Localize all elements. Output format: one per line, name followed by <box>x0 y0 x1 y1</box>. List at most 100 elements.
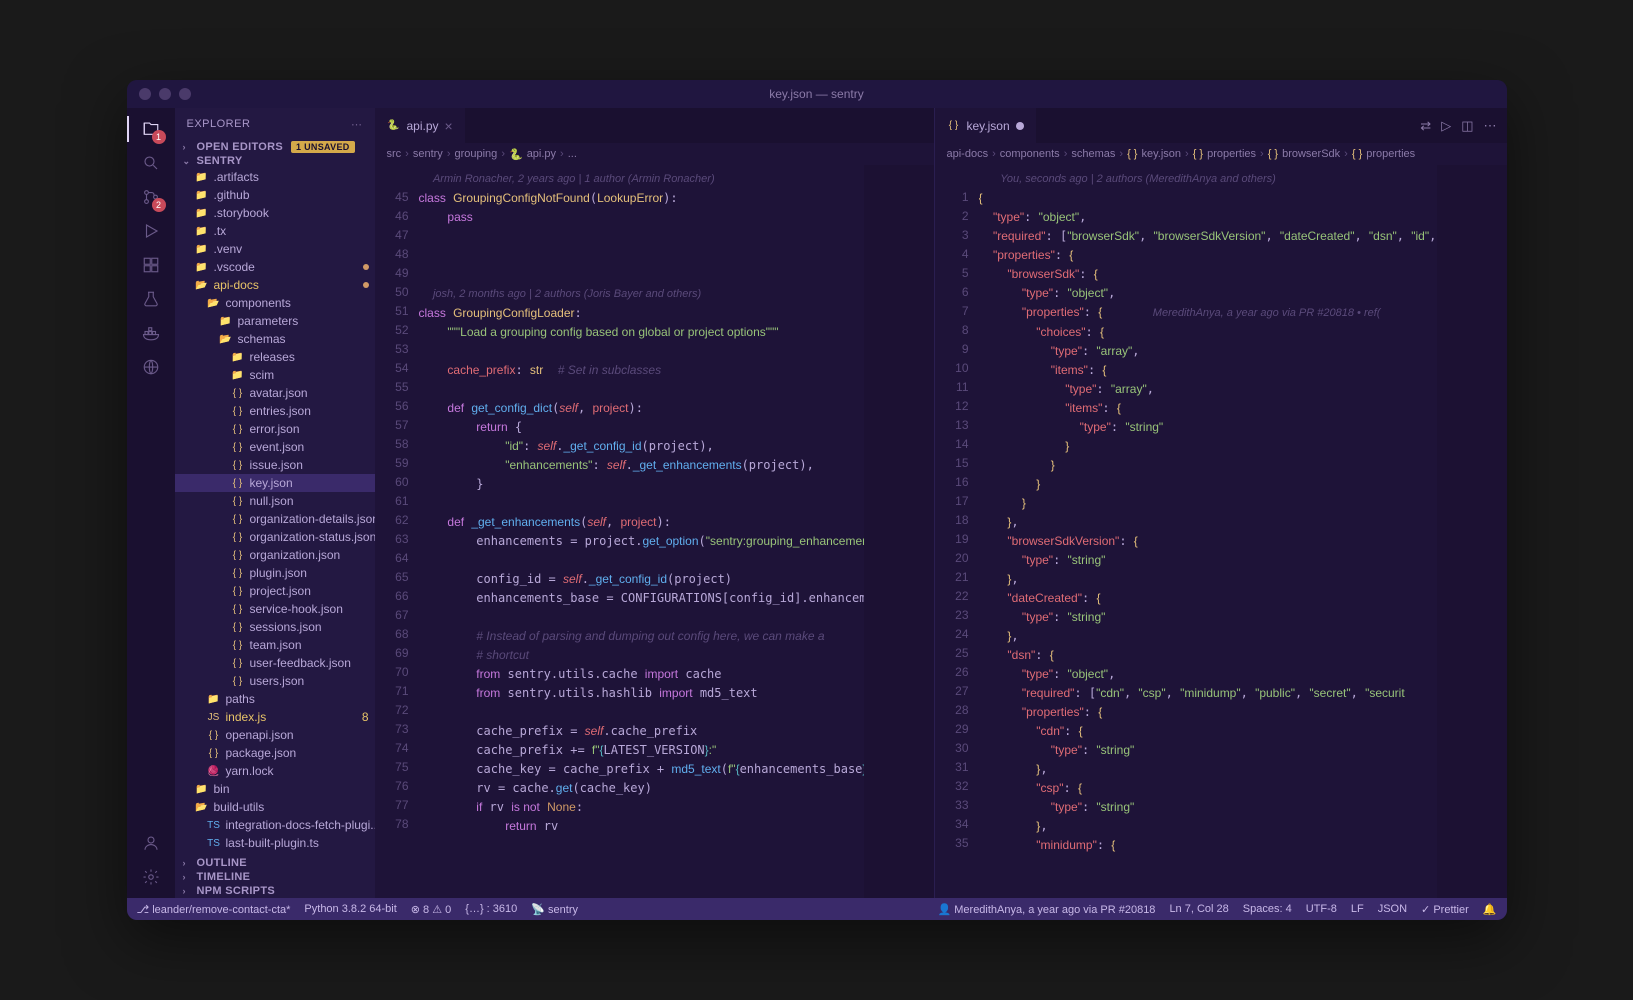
tree-item[interactable]: { }organization-status.json <box>175 528 375 546</box>
docker-icon[interactable] <box>138 320 164 346</box>
sidebar-more-icon[interactable]: ⋯ <box>351 118 363 131</box>
tree-item[interactable]: 📁parameters <box>175 312 375 330</box>
tree-item[interactable]: { }package.json <box>175 744 375 762</box>
test-icon[interactable] <box>138 286 164 312</box>
account-icon[interactable] <box>138 830 164 856</box>
tree-item[interactable]: 🧶yarn.lock <box>175 762 375 780</box>
status-spaces[interactable]: Spaces: 4 <box>1243 903 1292 915</box>
tree-item[interactable]: 📂schemas <box>175 330 375 348</box>
json-icon: { } <box>231 584 245 598</box>
tree-item[interactable]: 📁.tx <box>175 222 375 240</box>
extensions-icon[interactable] <box>138 252 164 278</box>
npm-section[interactable]: ›NPM SCRIPTS <box>175 884 375 898</box>
tree-item[interactable]: { }team.json <box>175 636 375 654</box>
minimap-right[interactable] <box>1437 165 1507 898</box>
tree-item[interactable]: 📁paths <box>175 690 375 708</box>
status-eol[interactable]: LF <box>1351 903 1364 915</box>
outline-section[interactable]: ›OUTLINE <box>175 856 375 870</box>
tree-item[interactable]: JSindex.js8 <box>175 708 375 726</box>
more-icon[interactable]: ⋯ <box>1484 118 1497 134</box>
tree-item[interactable]: 📁bin <box>175 780 375 798</box>
tree-item[interactable]: { }error.json <box>175 420 375 438</box>
root-section[interactable]: ⌄ SENTRY <box>175 154 375 168</box>
file-tree[interactable]: 📁.artifacts📁.github📁.storybook📁.tx📁.venv… <box>175 168 375 856</box>
folder-icon: 📁 <box>231 350 245 364</box>
close-icon[interactable]: × <box>445 118 453 134</box>
tree-item[interactable]: { }issue.json <box>175 456 375 474</box>
tree-item[interactable]: { }key.json <box>175 474 375 492</box>
activity-bar: 1 2 <box>127 108 175 898</box>
status-braces[interactable]: {…} : 3610 <box>465 903 517 915</box>
scm-badge: 2 <box>152 198 166 212</box>
tree-item[interactable]: TSintegration-docs-fetch-plugi... <box>175 816 375 834</box>
split-icon[interactable]: ◫ <box>1461 118 1473 134</box>
tree-item[interactable]: 📁.venv <box>175 240 375 258</box>
minimap-left[interactable] <box>864 165 934 898</box>
breadcrumb-right[interactable]: api-docs› components› schemas› { }key.js… <box>935 143 1507 165</box>
source-control-icon[interactable]: 2 <box>138 184 164 210</box>
status-prettier[interactable]: ✓ Prettier <box>1421 903 1469 916</box>
maximize-dot[interactable] <box>179 88 191 100</box>
sidebar-header: EXPLORER ⋯ <box>175 108 375 140</box>
tab-api-py[interactable]: 🐍 api.py × <box>375 108 466 143</box>
run-icon[interactable]: ▷ <box>1441 118 1451 134</box>
status-lang[interactable]: JSON <box>1378 903 1407 915</box>
traffic-lights <box>139 88 191 100</box>
status-python[interactable]: Python 3.8.2 64-bit <box>304 903 396 915</box>
json-icon: { } <box>231 404 245 418</box>
gutter-left: 4546474849505152535455565758596061626364… <box>375 165 419 898</box>
json-icon: { } <box>231 620 245 634</box>
close-dot[interactable] <box>139 88 151 100</box>
explorer-icon[interactable]: 1 <box>138 116 164 142</box>
minimize-dot[interactable] <box>159 88 171 100</box>
tree-item[interactable]: 📂build-utils <box>175 798 375 816</box>
tree-item[interactable]: 📂api-docs <box>175 276 375 294</box>
search-icon[interactable] <box>138 150 164 176</box>
open-editors-section[interactable]: › OPEN EDITORS 1 UNSAVED <box>175 140 375 154</box>
tree-item[interactable]: { }plugin.json <box>175 564 375 582</box>
tree-item[interactable]: { }user-feedback.json <box>175 654 375 672</box>
code-left[interactable]: Armin Ronacher, 2 years ago | 1 author (… <box>419 165 864 898</box>
status-problems[interactable]: ⊗ 8 ⚠ 0 <box>411 903 452 916</box>
tree-item[interactable]: { }service-hook.json <box>175 600 375 618</box>
folder-icon: 📁 <box>231 368 245 382</box>
run-debug-icon[interactable] <box>138 218 164 244</box>
tree-item[interactable]: { }users.json <box>175 672 375 690</box>
code-area-left[interactable]: 4546474849505152535455565758596061626364… <box>375 165 934 898</box>
tree-item[interactable]: 📁.artifacts <box>175 168 375 186</box>
tree-item[interactable]: 📁.github <box>175 186 375 204</box>
tree-item[interactable]: { }openapi.json <box>175 726 375 744</box>
status-cursor[interactable]: Ln 7, Col 28 <box>1169 903 1228 915</box>
tree-item[interactable]: { }project.json <box>175 582 375 600</box>
settings-icon[interactable] <box>138 864 164 890</box>
tree-item[interactable]: 📁.vscode <box>175 258 375 276</box>
timeline-section[interactable]: ›TIMELINE <box>175 870 375 884</box>
tree-item[interactable]: 📁releases <box>175 348 375 366</box>
code-right[interactable]: You, seconds ago | 2 authors (MeredithAn… <box>979 165 1437 898</box>
tree-item[interactable]: TSlast-built-plugin.ts <box>175 834 375 852</box>
status-radio[interactable]: 📡 sentry <box>531 903 578 916</box>
tree-item[interactable]: 📁scim <box>175 366 375 384</box>
breadcrumb-left[interactable]: src› sentry› grouping› 🐍api.py› ... <box>375 143 934 165</box>
tree-item[interactable]: { }organization.json <box>175 546 375 564</box>
status-encoding[interactable]: UTF-8 <box>1306 903 1337 915</box>
bell-icon[interactable]: 🔔 <box>1483 903 1497 916</box>
remote-icon[interactable] <box>138 354 164 380</box>
tree-item[interactable]: { }avatar.json <box>175 384 375 402</box>
status-blame[interactable]: 👤 MeredithAnya, a year ago via PR #20818 <box>937 903 1155 916</box>
tree-item[interactable]: 📂components <box>175 294 375 312</box>
tree-item[interactable]: { }organization-details.json <box>175 510 375 528</box>
chevron-down-icon: ⌄ <box>183 156 193 167</box>
code-area-right[interactable]: 1234567891011121314151617181920212223242… <box>935 165 1507 898</box>
compare-icon[interactable]: ⇄ <box>1420 118 1431 134</box>
tree-item[interactable]: { }event.json <box>175 438 375 456</box>
editor-pane-right: { } key.json ⇄ ▷ ◫ ⋯ api-docs› component… <box>935 108 1507 898</box>
tree-item[interactable]: { }entries.json <box>175 402 375 420</box>
modified-dot-icon <box>363 264 369 270</box>
tab-key-json[interactable]: { } key.json <box>935 108 1037 143</box>
tree-item[interactable]: { }null.json <box>175 492 375 510</box>
tree-item[interactable]: 📁.storybook <box>175 204 375 222</box>
titlebar[interactable]: key.json — sentry <box>127 80 1507 108</box>
status-branch[interactable]: ⎇ leander/remove-contact-cta* <box>137 903 291 916</box>
tree-item[interactable]: { }sessions.json <box>175 618 375 636</box>
